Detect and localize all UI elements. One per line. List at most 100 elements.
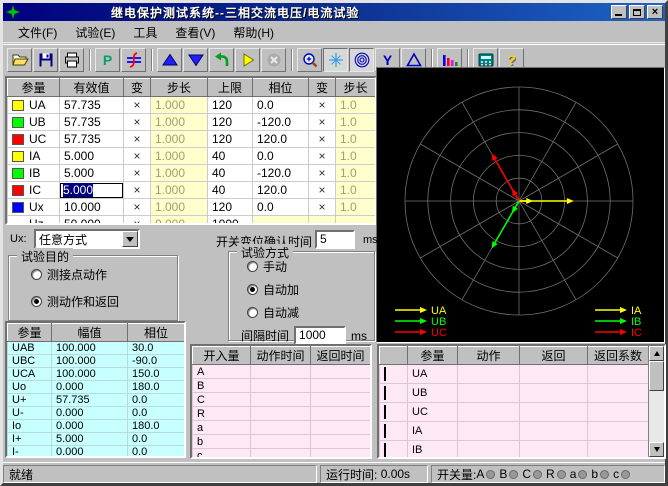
value-cell[interactable]: 50.000 (60, 216, 124, 226)
svg-text:IC: IC (631, 327, 642, 339)
menu-item-0[interactable]: 文件(F) (9, 22, 66, 43)
up-triangle-icon (161, 52, 179, 68)
main-table-header: 变 (124, 79, 151, 97)
quantity-name: IC (29, 183, 41, 197)
toolbar-stop-test-button[interactable] (261, 48, 286, 72)
minimize-button[interactable] (611, 5, 627, 19)
question-mark-icon: ? (507, 53, 516, 67)
scroll-down-button[interactable] (649, 442, 664, 457)
select-checkbox[interactable] (384, 386, 386, 400)
close-button[interactable]: × (647, 5, 663, 19)
scroll-up-button[interactable] (649, 346, 664, 361)
maximize-button[interactable] (629, 5, 645, 19)
value-cell[interactable]: 5.000 (60, 165, 124, 182)
limit-cell[interactable]: 120 (208, 114, 253, 131)
main-table-row: UB 57.735 × 1.000 120 -120.0 × 1.0 (8, 114, 376, 131)
toolbar-reset-button[interactable] (209, 48, 234, 72)
toolbar-show-axes-button[interactable] (323, 48, 348, 72)
toolbar-phase-sequence-button[interactable] (121, 48, 146, 72)
select-checkbox[interactable] (384, 405, 386, 419)
phase-cell[interactable] (253, 216, 309, 226)
input-table-row: R (193, 407, 371, 421)
phase-cell[interactable]: 120.0 (253, 182, 309, 199)
menu-item-3[interactable]: 查看(V) (166, 22, 224, 43)
menu-item-1[interactable]: 试验(E) (66, 22, 124, 43)
value-cell[interactable]: 57.735 (60, 114, 124, 131)
toolbar-show-circles-button[interactable] (349, 48, 374, 72)
value-cell[interactable]: 10.000 (60, 199, 124, 216)
toolbar-print-button[interactable] (59, 48, 84, 72)
phase-cell[interactable]: 0.0 (253, 97, 309, 114)
vary-toggle[interactable]: × (309, 182, 336, 199)
limit-cell[interactable]: 40 (208, 165, 253, 182)
vary-toggle[interactable]: × (124, 148, 151, 165)
vary-toggle[interactable]: × (309, 148, 336, 165)
toolbar-step-up-button[interactable] (157, 48, 182, 72)
toolbar-parameter-p-button[interactable]: P (95, 48, 120, 72)
vary-toggle[interactable]: × (309, 131, 336, 148)
limit-cell[interactable]: 40 (208, 182, 253, 199)
ux-mode-select[interactable]: 任意方式 (34, 229, 140, 249)
value-cell[interactable]: 5.000 (60, 182, 124, 199)
vary-toggle[interactable]: × (124, 199, 151, 216)
toolbar-open-button[interactable] (7, 48, 32, 72)
quantity-name: IA (408, 422, 458, 441)
test-purpose-option-0[interactable]: 测接点动作 (31, 266, 177, 283)
test-mode-option-1[interactable]: 自动加 (247, 281, 374, 298)
toolbar-save-button[interactable] (33, 48, 58, 72)
phase-cell[interactable]: -120.0 (253, 114, 309, 131)
value-cell[interactable]: 5.000 (60, 148, 124, 165)
confirm-time-input[interactable]: 5 (315, 230, 355, 249)
vary-toggle[interactable]: × (124, 114, 151, 131)
result-table-scrollbar[interactable] (648, 346, 664, 457)
limit-cell[interactable]: 120 (208, 199, 253, 216)
scroll-thumb[interactable] (649, 361, 664, 391)
limit-cell[interactable]: 120 (208, 131, 253, 148)
test-purpose-title: 试验目的 (17, 248, 73, 265)
vary-toggle[interactable]: × (309, 114, 336, 131)
phase-cell[interactable]: -120.0 (253, 165, 309, 182)
vary-toggle[interactable]: × (124, 182, 151, 199)
vary-toggle[interactable]: × (124, 97, 151, 114)
interval-input[interactable]: 1000 (294, 326, 346, 345)
quantity-name: UC (408, 403, 458, 422)
value-cell[interactable]: 57.735 (60, 131, 124, 148)
value-cell[interactable]: 57.735 (60, 97, 124, 114)
color-swatch (12, 202, 24, 213)
menu-item-2[interactable]: 工具 (124, 22, 166, 43)
phase-cell[interactable]: 0.0 (253, 199, 309, 216)
limit-cell[interactable]: 40 (208, 148, 253, 165)
limit-cell[interactable]: 1000 (208, 216, 253, 226)
vary-toggle[interactable]: × (124, 165, 151, 182)
vary-toggle[interactable] (309, 216, 336, 226)
phase-wave-icon (125, 52, 143, 68)
toolbar-step-down-button[interactable] (183, 48, 208, 72)
vary-toggle[interactable]: × (309, 97, 336, 114)
test-purpose-option-1[interactable]: 测动作和返回 (31, 293, 177, 310)
ux-mode-dropdown-button[interactable] (122, 231, 138, 247)
main-table-row: IA 5.000 × 1.000 40 0.0 × 1.0 (8, 148, 376, 165)
phase-cell[interactable]: 120.0 (253, 131, 309, 148)
derived-table-row: U-0.0000.0 (8, 407, 185, 420)
vary-toggle[interactable]: × (124, 216, 151, 226)
select-checkbox[interactable] (384, 367, 386, 381)
vary-toggle[interactable]: × (309, 199, 336, 216)
limit-cell[interactable]: 120 (208, 97, 253, 114)
minimize-icon (615, 14, 622, 16)
vary-toggle[interactable]: × (309, 165, 336, 182)
main-table-header: 变 (309, 79, 336, 97)
menu-item-4[interactable]: 帮助(H) (224, 22, 283, 43)
input-table-row: C (193, 393, 371, 407)
test-mode-option-2[interactable]: 自动减 (247, 304, 374, 321)
color-swatch (12, 168, 24, 179)
step-cell: 1.0 (336, 182, 376, 199)
phase-cell[interactable]: 0.0 (253, 148, 309, 165)
step-cell: 1.0 (336, 165, 376, 182)
vary-toggle[interactable]: × (124, 131, 151, 148)
toolbar-start-test-button[interactable] (235, 48, 260, 72)
select-checkbox[interactable] (384, 424, 386, 438)
toolbar-zoom-in-button[interactable] (297, 48, 322, 72)
main-table-header: 参量 (8, 79, 60, 97)
select-checkbox[interactable] (384, 443, 386, 457)
play-triangle-icon (239, 52, 257, 68)
